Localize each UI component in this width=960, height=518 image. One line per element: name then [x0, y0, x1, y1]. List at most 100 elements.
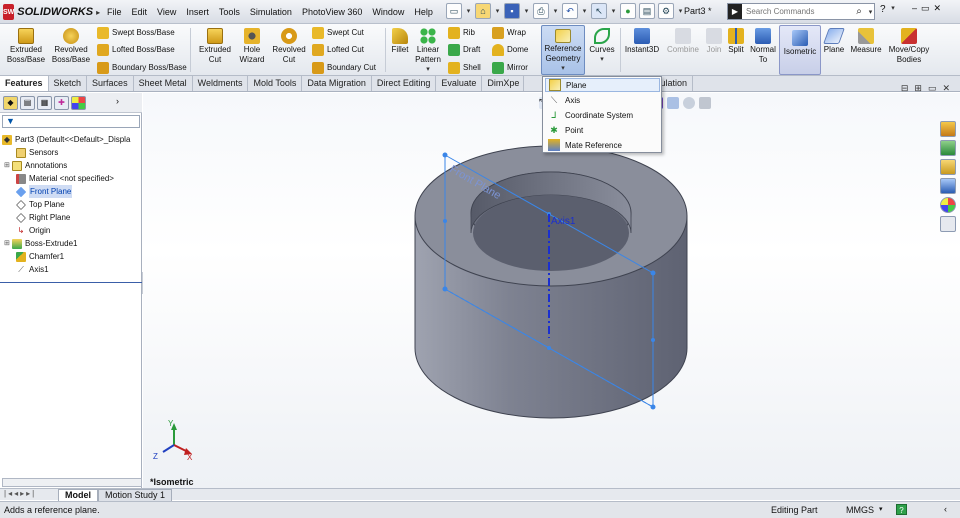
menu-item-axis[interactable]: ⟍ Axis — [545, 93, 660, 107]
status-collapse-icon[interactable]: ‹ — [944, 504, 947, 514]
plane-handle[interactable] — [651, 338, 655, 342]
menu-window[interactable]: Window — [367, 5, 409, 19]
isometric-button[interactable]: Isometric — [779, 25, 821, 75]
boundary-cut-button[interactable]: Boundary Cut — [312, 62, 376, 74]
chevron-down-icon[interactable]: ▾ — [610, 7, 617, 15]
undo-icon[interactable]: ↶ — [562, 3, 578, 19]
linear-pattern-button[interactable]: Linear Pattern ▾ — [413, 24, 443, 75]
tree-item-annotations[interactable]: ⊞ Annotations — [4, 159, 67, 172]
extruded-cut-button[interactable]: Extruded Cut — [196, 24, 234, 65]
fillet-button[interactable]: Fillet — [388, 24, 412, 55]
curves-button[interactable]: Curves ▾ — [587, 24, 617, 65]
menu-tools[interactable]: Tools — [214, 5, 245, 19]
menu-view[interactable]: View — [152, 5, 181, 19]
tab-sketch[interactable]: Sketch — [49, 76, 88, 91]
expand-icon[interactable]: ⊞ — [4, 237, 12, 250]
unit-system-selector[interactable]: MMGS — [846, 505, 874, 515]
tree-item-sensors[interactable]: Sensors — [8, 146, 58, 159]
tree-item-right-plane[interactable]: Right Plane — [8, 211, 70, 224]
lofted-cut-button[interactable]: Lofted Cut — [312, 44, 364, 56]
instant3d-button[interactable]: Instant3D — [622, 24, 662, 55]
tab-mold-tools[interactable]: Mold Tools — [248, 76, 303, 91]
plane-button[interactable]: Plane — [822, 24, 846, 55]
menu-item-mate-reference[interactable]: Mate Reference — [545, 138, 660, 152]
chevron-down-icon[interactable]: ▾ — [465, 7, 472, 15]
chevron-down-icon[interactable]: ▾ — [879, 505, 883, 513]
cylinder-body[interactable] — [414, 145, 688, 419]
chevron-down-icon[interactable]: ▾ — [890, 4, 897, 15]
chevron-down-icon[interactable]: ▾ — [581, 7, 588, 15]
chevron-down-icon[interactable]: ▾ — [494, 7, 501, 15]
draft-button[interactable]: Draft — [448, 44, 480, 56]
feature-manager-icon[interactable]: ◆ — [3, 96, 18, 110]
plane-handle[interactable] — [443, 219, 447, 223]
solidworks-resources-icon[interactable] — [940, 121, 956, 137]
select-arrow-icon[interactable]: ↖ — [591, 3, 607, 19]
plane-handle[interactable] — [650, 404, 656, 410]
hole-wizard-button[interactable]: Hole Wizard — [236, 24, 268, 65]
restore-icon[interactable]: ▭ — [921, 3, 930, 14]
menu-help[interactable]: Help — [409, 5, 438, 19]
tab-sheet-metal[interactable]: Sheet Metal — [134, 76, 193, 91]
menu-photoview[interactable]: PhotoView 360 — [297, 5, 367, 19]
menu-item-plane[interactable]: Plane — [545, 78, 660, 92]
viewport-close-icon[interactable]: ✕ — [942, 83, 950, 94]
boundary-boss-button[interactable]: Boundary Boss/Base — [97, 62, 187, 74]
search-input[interactable] — [742, 7, 851, 16]
design-library-icon[interactable] — [940, 140, 956, 156]
tree-rollback-bar[interactable] — [0, 282, 142, 283]
chevron-down-icon[interactable]: ▾ — [560, 64, 567, 74]
rib-button[interactable]: Rib — [448, 27, 475, 39]
display-manager-icon[interactable] — [71, 96, 86, 110]
tab-scroll-arrows-icon[interactable]: |◂◂▸▸| — [4, 489, 36, 498]
chevron-down-icon[interactable]: ▾ — [677, 7, 684, 15]
revolved-boss-button[interactable]: Revolved Boss/Base — [50, 24, 92, 65]
chevron-down-icon[interactable]: ▾ — [867, 8, 874, 16]
view-palette-icon[interactable] — [940, 178, 956, 194]
menu-file[interactable]: File — [102, 5, 127, 19]
rebuild-icon[interactable]: ● — [620, 3, 636, 19]
configuration-manager-icon[interactable]: ▦ — [37, 96, 52, 110]
save-icon[interactable]: ▪ — [504, 3, 520, 19]
normal-to-button[interactable]: Normal To — [748, 24, 778, 65]
menu-item-coordinate-system[interactable]: ⅃ Coordinate System — [545, 108, 660, 122]
tab-dimxpert[interactable]: DimXpe — [482, 76, 525, 91]
swept-cut-button[interactable]: Swept Cut — [312, 27, 364, 39]
panel-next-arrow-icon[interactable]: › — [116, 96, 119, 109]
split-button[interactable]: Split — [726, 24, 746, 55]
lofted-boss-button[interactable]: Lofted Boss/Base — [97, 44, 175, 56]
tree-item-chamfer[interactable]: Chamfer1 — [8, 250, 64, 263]
plane-handle[interactable] — [547, 346, 551, 350]
menu-simulation[interactable]: Simulation — [245, 5, 297, 19]
property-manager-icon[interactable]: ▤ — [20, 96, 35, 110]
swept-boss-button[interactable]: Swept Boss/Base — [97, 27, 175, 39]
tree-horizontal-scrollbar[interactable] — [2, 478, 142, 487]
dimxpert-manager-icon[interactable]: ✚ — [54, 96, 69, 110]
shell-button[interactable]: Shell — [448, 62, 481, 74]
chevron-down-icon[interactable]: ▾ — [425, 65, 432, 75]
tab-evaluate[interactable]: Evaluate — [436, 76, 483, 91]
join-button[interactable]: Join — [703, 24, 725, 55]
tab-surfaces[interactable]: Surfaces — [87, 76, 134, 91]
file-explorer-icon[interactable] — [940, 159, 956, 175]
chevron-down-icon[interactable]: ▾ — [523, 7, 530, 15]
tree-item-part[interactable]: ◆ Part3 (Default<<Default>_Displa — [2, 133, 130, 146]
menu-edit[interactable]: Edit — [127, 5, 153, 19]
tree-item-origin[interactable]: ↳ Origin — [8, 224, 51, 237]
file-properties-icon[interactable]: ▤ — [639, 3, 655, 19]
tab-weldments[interactable]: Weldments — [193, 76, 249, 91]
reference-geometry-button[interactable]: Reference Geometry ▾ — [541, 25, 585, 75]
combine-button[interactable]: Combine — [665, 24, 701, 55]
tab-data-migration[interactable]: Data Migration — [302, 76, 372, 91]
search-commands[interactable]: ▶ ⌕ ▾ — [727, 3, 875, 20]
custom-properties-icon[interactable] — [940, 216, 956, 232]
move-copy-bodies-button[interactable]: Move/Copy Bodies — [886, 24, 932, 65]
revolved-cut-button[interactable]: Revolved Cut — [270, 24, 308, 65]
help-icon[interactable]: ? — [880, 4, 886, 15]
solidworks-logo[interactable]: SW SOLIDWORKS ▸ — [3, 3, 100, 21]
open-folder-icon[interactable]: ⌂ — [475, 3, 491, 19]
menu-item-point[interactable]: ✱ Point — [545, 123, 660, 137]
plane-handle[interactable] — [650, 270, 656, 276]
tree-item-axis[interactable]: ⟋ Axis1 — [8, 263, 48, 276]
close-icon[interactable]: ✕ — [934, 3, 942, 14]
